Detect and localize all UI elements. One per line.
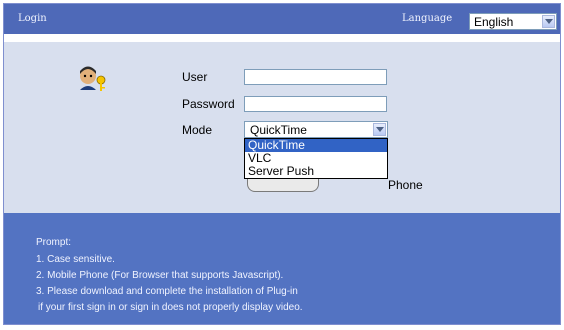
password-label: Password [182, 97, 235, 111]
mode-option-server-push[interactable]: Server Push [245, 165, 387, 178]
language-select-value: English [474, 15, 514, 29]
login-button[interactable] [247, 178, 319, 192]
login-frame: Login Language English User Password Mod… [3, 3, 561, 325]
user-label: User [182, 70, 208, 84]
prompt-line: 3. Please download and complete the inst… [36, 286, 298, 297]
mode-label: Mode [182, 123, 213, 137]
prompt-panel: Prompt: 1. Case sensitive. 2. Mobile Pho… [4, 213, 560, 324]
language-label: Language [402, 13, 453, 24]
mode-select-value: QuickTime [250, 123, 307, 137]
prompt-line: if your first sign in or sign in does no… [38, 302, 303, 313]
prompt-line: 2. Mobile Phone (For Browser that suppor… [36, 270, 284, 281]
mode-dropdown-list[interactable]: QuickTime VLC Server Push [244, 138, 388, 179]
chevron-down-icon[interactable] [542, 15, 555, 28]
login-form: User Password Mode QuickTime Phone Quick… [4, 42, 560, 213]
mobile-phone-option-label: Phone [388, 178, 423, 192]
header-bar: Login Language English [4, 4, 560, 34]
language-select[interactable]: English [469, 13, 557, 30]
user-input[interactable] [244, 69, 387, 85]
prompt-title: Prompt: [36, 237, 72, 248]
mode-select[interactable]: QuickTime [244, 121, 388, 138]
password-input[interactable] [244, 96, 387, 112]
prompt-line: 1. Case sensitive. [36, 254, 115, 265]
chevron-down-icon[interactable] [373, 123, 386, 136]
page-title: Login [18, 13, 47, 24]
login-user-key-icon [80, 66, 106, 91]
